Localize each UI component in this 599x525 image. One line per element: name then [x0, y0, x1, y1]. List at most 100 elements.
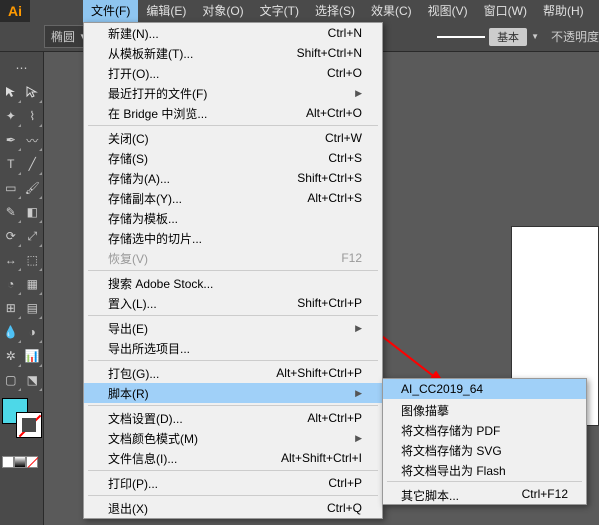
pen-tool[interactable]: ✒: [0, 128, 22, 152]
stroke-color[interactable]: [16, 412, 42, 438]
menu-item-label: 打开(O)...: [108, 65, 159, 82]
menu-item-label: 搜索 Adobe Stock...: [108, 275, 213, 292]
menu-item-shortcut: Ctrl+Q: [327, 501, 362, 515]
file-menu-item[interactable]: 文件信息(I)... Alt+Shift+Ctrl+I: [84, 448, 382, 468]
file-menu-item[interactable]: 存储为(A)...Shift+Ctrl+S: [84, 168, 382, 188]
artboard-tool[interactable]: ▢: [0, 368, 22, 392]
symbol-sprayer-tool[interactable]: ✲: [0, 344, 22, 368]
menu-separator: [88, 470, 378, 471]
menu-item-label: 存储副本(Y)...: [108, 190, 182, 207]
menu-item-shortcut: Ctrl+O: [327, 66, 362, 80]
submenu-item[interactable]: 将文档存储为 PDF: [383, 419, 586, 439]
shaper-tool[interactable]: ✎: [0, 200, 22, 224]
menu-separator: [387, 481, 582, 482]
file-menu-item[interactable]: 存储(S)Ctrl+S: [84, 148, 382, 168]
rectangle-tool[interactable]: ▭: [0, 176, 22, 200]
toolbox: ⋯ ✦ ⌇ ✒ 〰 T ╱ ▭ 🖌 ✎ ◧ ⟳ ⤢ ↔: [0, 52, 44, 525]
gradient-tool[interactable]: ▤: [22, 296, 44, 320]
file-menu-item[interactable]: 打包(G)... Alt+Shift+Ctrl+P: [84, 363, 382, 383]
lasso-tool[interactable]: ⌇: [22, 104, 44, 128]
menu-item-label: 打包(G)...: [108, 365, 159, 382]
menu-help[interactable]: 帮助(H): [535, 0, 592, 22]
file-menu-item[interactable]: 从模板新建(T)... Shift+Ctrl+N: [84, 43, 382, 63]
perspective-tool[interactable]: ▦: [22, 272, 44, 296]
submenu-item[interactable]: 其它脚本...Ctrl+F12: [383, 484, 586, 504]
menu-item-label: 导出所选项目...: [108, 340, 190, 357]
file-menu-item[interactable]: 文档颜色模式(M)▶: [84, 428, 382, 448]
submenu-item-shortcut: Ctrl+F12: [522, 487, 568, 501]
selection-tool[interactable]: [0, 80, 22, 104]
rotate-tool[interactable]: ⟳: [0, 224, 22, 248]
menu-file[interactable]: 文件(F): [83, 0, 138, 22]
menu-item-label: 置入(L)...: [108, 295, 157, 312]
file-menu-item[interactable]: 文档设置(D)...Alt+Ctrl+P: [84, 408, 382, 428]
type-tool[interactable]: T: [0, 152, 22, 176]
menu-type[interactable]: 文字(T): [252, 0, 307, 22]
width-tool[interactable]: ↔: [0, 248, 22, 272]
brush-tool[interactable]: 🖌: [22, 176, 44, 200]
submenu-item[interactable]: AI_CC2019_64: [383, 379, 586, 399]
menu-edit[interactable]: 编辑(E): [138, 0, 194, 22]
file-menu-item[interactable]: 存储为模板...: [84, 208, 382, 228]
menu-item-label: 存储为模板...: [108, 210, 178, 227]
fill-stroke-swatch[interactable]: [0, 398, 44, 442]
scale-tool[interactable]: ⤢: [22, 224, 44, 248]
menu-item-shortcut: Alt+Shift+Ctrl+I: [281, 451, 362, 465]
file-menu-item[interactable]: 存储选中的切片...: [84, 228, 382, 248]
file-menu-item[interactable]: 在 Bridge 中浏览...Alt+Ctrl+O: [84, 103, 382, 123]
menu-item-label: 打印(P)...: [108, 475, 158, 492]
slice-tool[interactable]: ⬔: [22, 368, 44, 392]
menu-window[interactable]: 窗口(W): [476, 0, 535, 22]
eyedropper-tool[interactable]: 💧: [0, 320, 22, 344]
file-menu-item[interactable]: 搜索 Adobe Stock...: [84, 273, 382, 293]
shape-builder-tool[interactable]: ◔: [0, 272, 22, 296]
file-menu-item[interactable]: 存储副本(Y)...Alt+Ctrl+S: [84, 188, 382, 208]
file-menu-item[interactable]: 打印(P)...Ctrl+P: [84, 473, 382, 493]
submenu-item[interactable]: 将文档导出为 Flash: [383, 459, 586, 479]
file-menu-item[interactable]: 关闭(C)Ctrl+W: [84, 128, 382, 148]
magic-wand-tool[interactable]: ✦: [0, 104, 22, 128]
menu-item-label: 脚本(R): [108, 385, 149, 402]
stroke-preview[interactable]: [437, 36, 485, 38]
file-menu-item[interactable]: 退出(X)Ctrl+Q: [84, 498, 382, 518]
menu-item-label: 新建(N)...: [108, 25, 159, 42]
menu-item-label: 存储选中的切片...: [108, 230, 202, 247]
menu-item-label: 存储(S): [108, 150, 148, 167]
direct-selection-tool[interactable]: [22, 80, 44, 104]
menu-item-shortcut: Alt+Shift+Ctrl+P: [276, 366, 362, 380]
menu-object[interactable]: 对象(O): [194, 0, 251, 22]
menu-item-label: 从模板新建(T)...: [108, 45, 193, 62]
free-transform-tool[interactable]: ⬚: [22, 248, 44, 272]
submenu-item[interactable]: 图像描摹: [383, 399, 586, 419]
menu-item-shortcut: Ctrl+W: [325, 131, 362, 145]
curvature-tool[interactable]: 〰: [22, 128, 44, 152]
submenu-item[interactable]: 将文档存储为 SVG: [383, 439, 586, 459]
file-menu-item[interactable]: 恢复(V)F12: [84, 248, 382, 268]
menu-select[interactable]: 选择(S): [307, 0, 363, 22]
file-menu-item[interactable]: 最近打开的文件(F)▶: [84, 83, 382, 103]
blend-tool[interactable]: ◑: [22, 320, 44, 344]
opacity-label: 不透明度: [551, 28, 599, 45]
menu-effect[interactable]: 效果(C): [363, 0, 420, 22]
file-menu-item[interactable]: 打开(O)... Ctrl+O: [84, 63, 382, 83]
menu-item-shortcut: Shift+Ctrl+N: [297, 46, 362, 60]
file-menu-item[interactable]: 置入(L)...Shift+Ctrl+P: [84, 293, 382, 313]
eraser-tool[interactable]: ◧: [22, 200, 44, 224]
submenu-arrow-icon: ▶: [355, 323, 362, 334]
submenu-arrow-icon: ▶: [355, 388, 362, 399]
app-icon: Ai: [0, 0, 30, 22]
line-tool[interactable]: ╱: [22, 152, 44, 176]
menu-item-shortcut: Alt+Ctrl+P: [307, 411, 362, 425]
graph-tool[interactable]: 📊: [22, 344, 44, 368]
menu-item-label: 文档颜色模式(M): [108, 430, 198, 447]
color-mode-swatches[interactable]: [2, 456, 43, 468]
menu-item-label: 在 Bridge 中浏览...: [108, 105, 207, 122]
menu-item-label: 文件信息(I)...: [108, 450, 177, 467]
file-menu-item[interactable]: 导出(E)▶: [84, 318, 382, 338]
mesh-tool[interactable]: ⊞: [0, 296, 22, 320]
file-menu-item[interactable]: 新建(N)...Ctrl+N: [84, 23, 382, 43]
menu-separator: [88, 270, 378, 271]
file-menu-item[interactable]: 导出所选项目...: [84, 338, 382, 358]
file-menu-item[interactable]: 脚本(R) ▶: [84, 383, 382, 403]
menu-view[interactable]: 视图(V): [420, 0, 476, 22]
